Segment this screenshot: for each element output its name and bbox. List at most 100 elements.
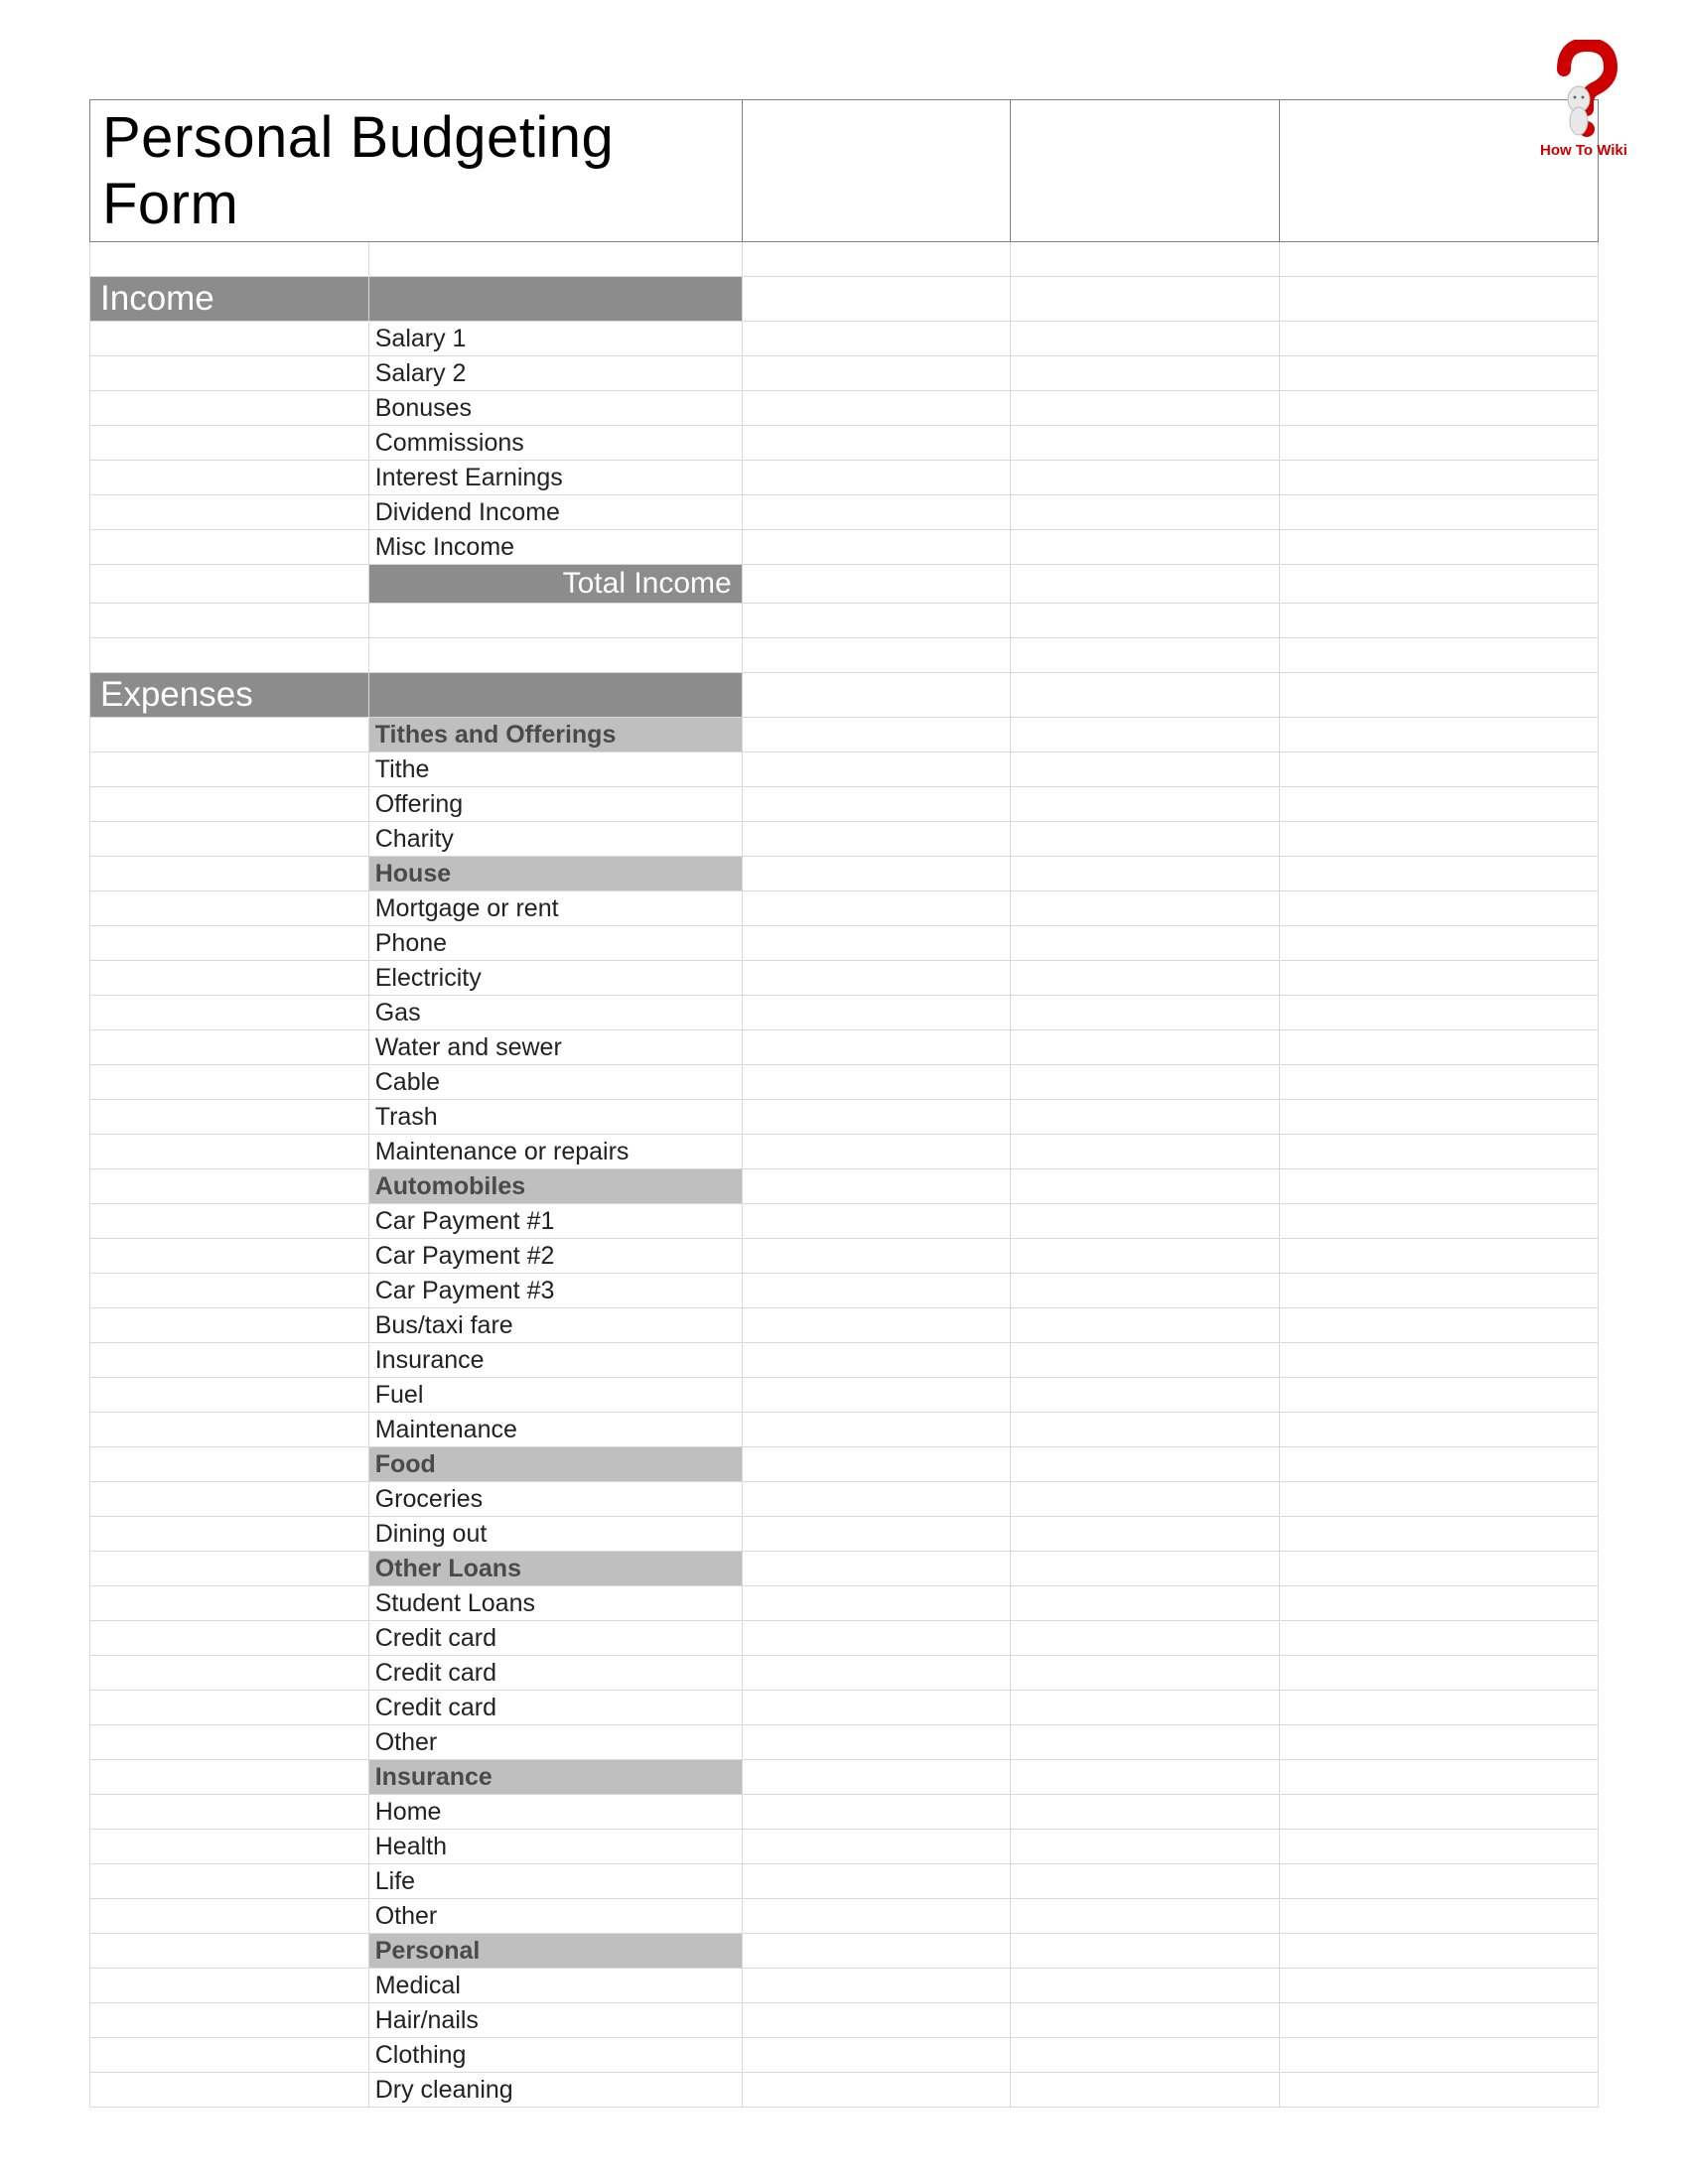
amount-cell[interactable] <box>742 530 1011 565</box>
amount-cell[interactable] <box>1011 1030 1280 1065</box>
amount-cell[interactable] <box>742 787 1011 822</box>
amount-cell[interactable] <box>742 1899 1011 1934</box>
amount-cell[interactable] <box>1280 1830 1599 1864</box>
amount-cell[interactable] <box>742 1691 1011 1725</box>
amount-cell[interactable] <box>1280 1100 1599 1135</box>
amount-cell[interactable] <box>1280 1864 1599 1899</box>
amount-cell[interactable] <box>1280 1204 1599 1239</box>
amount-cell[interactable] <box>742 1656 1011 1691</box>
amount-cell[interactable] <box>1011 1691 1280 1725</box>
amount-cell[interactable] <box>1280 2073 1599 2108</box>
amount-cell[interactable] <box>1011 1100 1280 1135</box>
amount-cell[interactable] <box>1280 2003 1599 2038</box>
amount-cell[interactable] <box>1280 1030 1599 1065</box>
amount-cell[interactable] <box>742 461 1011 495</box>
amount-cell[interactable] <box>1280 565 1599 604</box>
amount-cell[interactable] <box>742 322 1011 356</box>
amount-cell[interactable] <box>742 1517 1011 1552</box>
amount-cell[interactable] <box>1280 461 1599 495</box>
amount-cell[interactable] <box>742 2073 1011 2108</box>
amount-cell[interactable] <box>742 926 1011 961</box>
amount-cell[interactable] <box>742 1413 1011 1447</box>
amount-cell[interactable] <box>1011 1656 1280 1691</box>
amount-cell[interactable] <box>742 1864 1011 1899</box>
amount-cell[interactable] <box>1280 1656 1599 1691</box>
amount-cell[interactable] <box>742 752 1011 787</box>
amount-cell[interactable] <box>1280 391 1599 426</box>
amount-cell[interactable] <box>1011 391 1280 426</box>
amount-cell[interactable] <box>1011 565 1280 604</box>
amount-cell[interactable] <box>1011 996 1280 1030</box>
amount-cell[interactable] <box>742 565 1011 604</box>
amount-cell[interactable] <box>1011 961 1280 996</box>
amount-cell[interactable] <box>1280 322 1599 356</box>
amount-cell[interactable] <box>1011 356 1280 391</box>
amount-cell[interactable] <box>1011 1795 1280 1830</box>
amount-cell[interactable] <box>1011 1274 1280 1308</box>
amount-cell[interactable] <box>1280 426 1599 461</box>
amount-cell[interactable] <box>1280 1586 1599 1621</box>
amount-cell[interactable] <box>1280 1969 1599 2003</box>
amount-cell[interactable] <box>1280 1725 1599 1760</box>
amount-cell[interactable] <box>742 1274 1011 1308</box>
amount-cell[interactable] <box>742 1830 1011 1864</box>
amount-cell[interactable] <box>742 961 1011 996</box>
amount-cell[interactable] <box>742 1204 1011 1239</box>
amount-cell[interactable] <box>1011 2038 1280 2073</box>
amount-cell[interactable] <box>742 891 1011 926</box>
amount-cell[interactable] <box>1280 1413 1599 1447</box>
amount-cell[interactable] <box>1011 787 1280 822</box>
amount-cell[interactable] <box>1280 1621 1599 1656</box>
amount-cell[interactable] <box>1011 1621 1280 1656</box>
amount-cell[interactable] <box>742 822 1011 857</box>
amount-cell[interactable] <box>1011 1864 1280 1899</box>
amount-cell[interactable] <box>1280 356 1599 391</box>
amount-cell[interactable] <box>1011 822 1280 857</box>
amount-cell[interactable] <box>742 1343 1011 1378</box>
amount-cell[interactable] <box>1280 752 1599 787</box>
amount-cell[interactable] <box>1280 1308 1599 1343</box>
amount-cell[interactable] <box>1011 1899 1280 1934</box>
amount-cell[interactable] <box>1280 530 1599 565</box>
amount-cell[interactable] <box>742 2003 1011 2038</box>
amount-cell[interactable] <box>1011 1135 1280 1169</box>
amount-cell[interactable] <box>1011 1308 1280 1343</box>
amount-cell[interactable] <box>1011 530 1280 565</box>
amount-cell[interactable] <box>1280 1482 1599 1517</box>
amount-cell[interactable] <box>1280 926 1599 961</box>
amount-cell[interactable] <box>742 1239 1011 1274</box>
amount-cell[interactable] <box>1280 996 1599 1030</box>
amount-cell[interactable] <box>742 1621 1011 1656</box>
amount-cell[interactable] <box>742 1795 1011 1830</box>
amount-cell[interactable] <box>1011 2073 1280 2108</box>
amount-cell[interactable] <box>1011 1239 1280 1274</box>
amount-cell[interactable] <box>742 996 1011 1030</box>
amount-cell[interactable] <box>1280 2038 1599 2073</box>
amount-cell[interactable] <box>1011 1378 1280 1413</box>
amount-cell[interactable] <box>1280 891 1599 926</box>
amount-cell[interactable] <box>1280 1795 1599 1830</box>
amount-cell[interactable] <box>742 1586 1011 1621</box>
amount-cell[interactable] <box>1280 1274 1599 1308</box>
amount-cell[interactable] <box>742 1135 1011 1169</box>
amount-cell[interactable] <box>1011 322 1280 356</box>
amount-cell[interactable] <box>1011 1830 1280 1864</box>
amount-cell[interactable] <box>742 1030 1011 1065</box>
amount-cell[interactable] <box>1011 1413 1280 1447</box>
amount-cell[interactable] <box>1011 1204 1280 1239</box>
amount-cell[interactable] <box>742 356 1011 391</box>
amount-cell[interactable] <box>1280 961 1599 996</box>
amount-cell[interactable] <box>1011 1725 1280 1760</box>
amount-cell[interactable] <box>1011 1343 1280 1378</box>
amount-cell[interactable] <box>1280 1239 1599 1274</box>
amount-cell[interactable] <box>1280 1343 1599 1378</box>
amount-cell[interactable] <box>742 1308 1011 1343</box>
amount-cell[interactable] <box>1280 1899 1599 1934</box>
amount-cell[interactable] <box>1280 822 1599 857</box>
amount-cell[interactable] <box>742 391 1011 426</box>
amount-cell[interactable] <box>1011 926 1280 961</box>
amount-cell[interactable] <box>1011 461 1280 495</box>
amount-cell[interactable] <box>742 1482 1011 1517</box>
amount-cell[interactable] <box>1011 1586 1280 1621</box>
amount-cell[interactable] <box>1011 752 1280 787</box>
